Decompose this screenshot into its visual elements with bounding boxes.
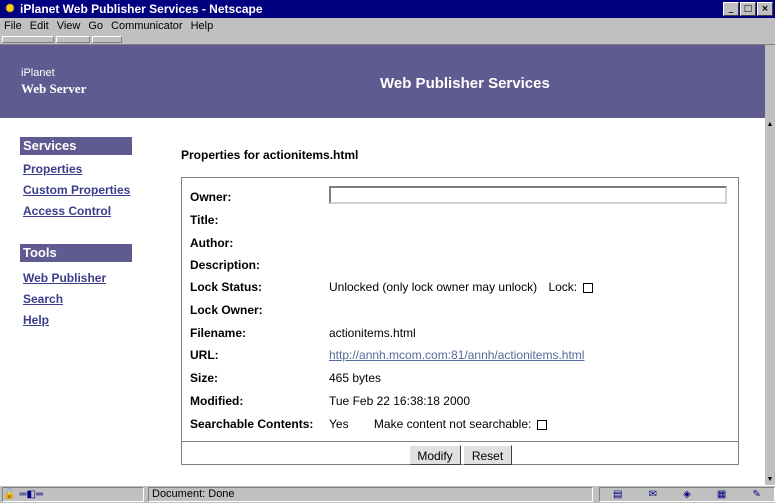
sidebar-link-custom-properties[interactable]: Custom Properties bbox=[23, 183, 130, 197]
toolbar-strip bbox=[0, 34, 775, 45]
menubar: File Edit View Go Communicator Help bbox=[0, 18, 775, 34]
author-label: Author: bbox=[190, 236, 234, 250]
composer-icon[interactable]: ▦ bbox=[717, 489, 726, 500]
services-heading: Services bbox=[20, 137, 132, 155]
not-searchable-label: Make content not searchable: bbox=[373, 417, 532, 431]
menu-communicator[interactable]: Communicator bbox=[107, 20, 187, 32]
menu-go[interactable]: Go bbox=[84, 20, 107, 32]
filename-label: Filename: bbox=[190, 326, 247, 340]
sidebar-link-help[interactable]: Help bbox=[23, 313, 49, 327]
reset-button[interactable]: Reset bbox=[463, 445, 512, 465]
minimize-button[interactable]: _ bbox=[723, 2, 739, 16]
navigator-icon[interactable]: ▤ bbox=[613, 489, 622, 500]
lock-checkbox[interactable] bbox=[583, 282, 594, 293]
mail-icon[interactable]: ✉ bbox=[649, 489, 657, 500]
menu-help[interactable]: Help bbox=[187, 20, 218, 32]
logo-web-server: Web Server bbox=[21, 81, 87, 96]
modify-button[interactable]: Modify bbox=[409, 445, 461, 465]
logo-iplanet: iPlanet bbox=[21, 67, 55, 79]
page-banner: Web Publisher Services bbox=[380, 75, 550, 92]
filename-value: actionitems.html bbox=[329, 326, 416, 340]
url-label: URL: bbox=[190, 348, 219, 362]
toolbar-grip-personal[interactable] bbox=[92, 36, 122, 43]
lock-label: Lock: bbox=[548, 280, 578, 294]
searchable-value: Yes bbox=[329, 417, 349, 431]
toolbar-grip-navigation[interactable] bbox=[2, 36, 54, 43]
url-link[interactable]: http://annh.mcom.com:81/annh/actionitems… bbox=[329, 348, 584, 362]
connection-icon: ═◧═ bbox=[19, 489, 44, 500]
security-indicator[interactable]: 🔓 ═◧═ bbox=[2, 487, 144, 502]
menu-view[interactable]: View bbox=[53, 20, 85, 32]
description-label: Description: bbox=[190, 258, 261, 272]
menu-edit[interactable]: Edit bbox=[26, 20, 53, 32]
maximize-button[interactable]: □ bbox=[740, 2, 756, 16]
properties-table: Owner: Title: Author: Description: Lock … bbox=[181, 177, 739, 465]
window-titlebar: ✺ iPlanet Web Publisher Services - Netsc… bbox=[0, 0, 775, 18]
close-button[interactable]: × bbox=[757, 2, 773, 16]
title-label: Title: bbox=[190, 213, 219, 227]
owner-label: Owner: bbox=[190, 190, 232, 204]
lock-status-row: Unlocked (only lock owner may unlock) Lo… bbox=[329, 280, 594, 294]
scroll-up-icon[interactable]: ▲ bbox=[765, 120, 775, 130]
lock-status-label: Lock Status: bbox=[190, 280, 263, 294]
menu-file[interactable]: File bbox=[0, 20, 26, 32]
sidebar-link-web-publisher[interactable]: Web Publisher bbox=[23, 271, 106, 285]
modified-value: Tue Feb 22 16:38:18 2000 bbox=[329, 394, 470, 408]
size-value: 465 bytes bbox=[329, 371, 382, 385]
lock-owner-label: Lock Owner: bbox=[190, 303, 263, 317]
sidebar-link-search[interactable]: Search bbox=[23, 292, 63, 306]
toolbar-grip-location[interactable] bbox=[56, 36, 90, 43]
modified-label: Modified: bbox=[190, 394, 244, 408]
window-title: iPlanet Web Publisher Services - Netscap… bbox=[20, 2, 263, 16]
component-bar: ▤ ✉ ◈ ▦ ✎ bbox=[599, 487, 775, 502]
owner-input[interactable] bbox=[329, 186, 727, 204]
sidebar-link-properties[interactable]: Properties bbox=[23, 162, 82, 176]
searchable-label: Searchable Contents: bbox=[190, 417, 314, 431]
lock-status-value: Unlocked (only lock owner may unlock) bbox=[329, 280, 538, 294]
page-content: iPlanet Web Server Web Publisher Service… bbox=[0, 45, 765, 485]
statusbar: 🔓 ═◧═ Document: Done ▤ ✉ ◈ ▦ ✎ bbox=[0, 485, 775, 503]
edit-icon[interactable]: ✎ bbox=[752, 489, 760, 500]
status-text: Document: Done bbox=[148, 487, 593, 502]
vertical-scrollbar[interactable]: ▲ ▼ bbox=[765, 120, 775, 485]
not-searchable-checkbox[interactable] bbox=[537, 419, 548, 430]
size-label: Size: bbox=[190, 371, 219, 385]
discussion-icon[interactable]: ◈ bbox=[683, 489, 691, 500]
properties-title: Properties for actionitems.html bbox=[181, 148, 359, 162]
form-button-bar: Modify Reset bbox=[182, 441, 738, 466]
sidebar-link-access-control[interactable]: Access Control bbox=[23, 204, 111, 218]
scroll-down-icon[interactable]: ▼ bbox=[765, 475, 775, 485]
url-row: http://annh.mcom.com:81/annh/actionitems… bbox=[329, 348, 584, 362]
padlock-icon[interactable]: 🔓 bbox=[3, 489, 15, 500]
searchable-row: Yes Make content not searchable: bbox=[329, 417, 548, 431]
netscape-icon: ✺ bbox=[5, 3, 15, 15]
page-header: iPlanet Web Server Web Publisher Service… bbox=[0, 45, 765, 118]
window-controls: _ □ × bbox=[722, 2, 773, 16]
tools-heading: Tools bbox=[20, 244, 132, 262]
